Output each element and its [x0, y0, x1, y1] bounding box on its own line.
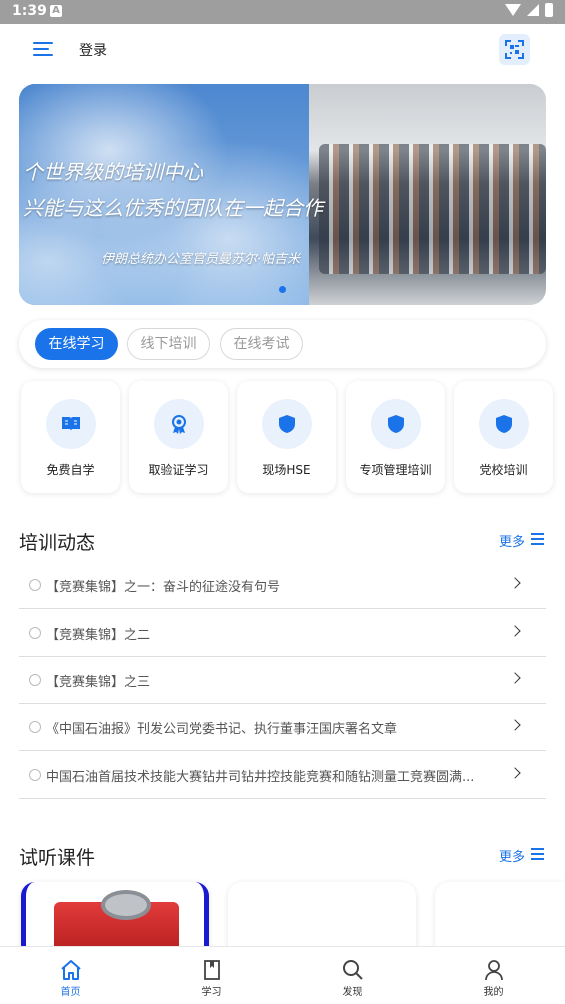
signal-icon — [527, 4, 539, 16]
course-thumbnail-detail — [101, 890, 151, 920]
circle-icon — [29, 627, 41, 639]
battery-icon — [545, 3, 553, 17]
chevron-right-icon — [509, 719, 521, 731]
book-icon — [62, 417, 80, 431]
user-icon — [485, 960, 503, 981]
chevron-right-icon — [509, 672, 521, 684]
circle-icon — [29, 769, 41, 781]
category-free-study[interactable]: 免费自学 — [21, 381, 120, 493]
nav-discover[interactable]: 发现 — [282, 947, 423, 1004]
category-management[interactable]: 专项管理培训 — [346, 381, 445, 493]
news-item[interactable]: 《中国石油报》刊发公司党委书记、执行董事汪国庆署名文章 — [19, 704, 546, 751]
news-title: 中国石油首届技术技能大赛钻井司钻井控技能竞赛和随钻测量工竞赛圆满... — [46, 770, 475, 785]
more-label: 更多 — [499, 850, 526, 865]
tab-online-exam[interactable]: 在线考试 — [220, 328, 303, 360]
menu-icon[interactable] — [33, 42, 53, 56]
chevron-right-icon — [509, 577, 521, 589]
category-label: 取验证学习 — [148, 463, 209, 477]
scan-button[interactable] — [499, 34, 530, 65]
nav-profile[interactable]: 我的 — [423, 947, 564, 1004]
badge-icon — [172, 415, 186, 434]
mode-tabs: 在线学习 线下培训 在线考试 — [19, 320, 546, 368]
circle-icon — [29, 674, 41, 686]
nav-study[interactable]: 学习 — [141, 947, 282, 1004]
news-more-button[interactable]: 更多 — [499, 531, 545, 550]
banner-text-line2: 兴能与这么优秀的团队在一起合作 — [23, 196, 323, 220]
wifi-icon — [505, 4, 521, 16]
news-title: 《中国石油报》刊发公司党委书记、执行董事汪国庆署名文章 — [46, 722, 398, 737]
list-icon — [531, 533, 545, 548]
news-item[interactable]: 【竞赛集锦】之三 — [19, 657, 546, 704]
status-icons — [505, 3, 553, 17]
news-item[interactable]: 【竞赛集锦】之一：奋斗的征途没有句号 — [19, 562, 546, 609]
chevron-right-icon — [509, 625, 521, 637]
carousel-indicator — [279, 286, 286, 293]
shield-icon — [388, 415, 404, 433]
course-more-button[interactable]: 更多 — [499, 846, 545, 865]
news-title: 【竞赛集锦】之一：奋斗的征途没有句号 — [46, 580, 281, 595]
banner-text-line3: 伊朗总统办公室官员曼苏尔·帕吉米 — [101, 252, 301, 267]
home-icon — [61, 960, 81, 980]
category-certification[interactable]: 取验证学习 — [129, 381, 228, 493]
category-party-school[interactable]: 党校培训 — [454, 381, 553, 493]
news-title: 【竞赛集锦】之二 — [46, 628, 151, 643]
banner-people — [319, 144, 546, 274]
tab-offline-training[interactable]: 线下培训 — [127, 328, 210, 360]
bookmark-icon — [204, 960, 220, 980]
more-label: 更多 — [499, 535, 526, 550]
status-bar: 1:39 A — [0, 0, 565, 24]
status-time: 1:39 — [12, 3, 47, 19]
scan-icon — [505, 40, 524, 59]
circle-icon — [29, 721, 41, 733]
news-section-title: 培训动态 — [19, 532, 96, 554]
nav-home[interactable]: 首页 — [0, 947, 141, 1004]
banner-carousel[interactable]: 个世界级的培训中心 兴能与这么优秀的团队在一起合作 伊朗总统办公室官员曼苏尔·帕… — [19, 84, 546, 305]
list-icon — [531, 848, 545, 863]
notification-icon: A — [50, 5, 62, 17]
category-label: 专项管理培训 — [359, 463, 432, 477]
news-title: 【竞赛集锦】之三 — [46, 675, 151, 690]
nav-label: 首页 — [60, 987, 81, 998]
shield-icon — [496, 415, 512, 433]
course-section-title: 试听课件 — [19, 847, 96, 869]
search-icon — [343, 960, 363, 980]
nav-label: 发现 — [342, 987, 363, 998]
nav-label: 学习 — [201, 987, 222, 998]
tab-online-learning[interactable]: 在线学习 — [35, 328, 118, 360]
category-label: 党校培训 — [479, 463, 528, 477]
app-header: 登录 — [0, 24, 565, 76]
news-item[interactable]: 【竞赛集锦】之二 — [19, 610, 546, 657]
circle-icon — [29, 579, 41, 591]
bottom-navigation: 首页 学习 发现 我的 — [0, 946, 565, 1004]
category-hse[interactable]: 现场HSE — [237, 381, 336, 493]
category-label: 免费自学 — [46, 463, 95, 477]
nav-label: 我的 — [483, 987, 504, 998]
shield-icon — [279, 415, 295, 433]
login-link[interactable]: 登录 — [79, 40, 107, 60]
news-item[interactable]: 中国石油首届技术技能大赛钻井司钻井控技能竞赛和随钻测量工竞赛圆满... — [19, 752, 546, 799]
banner-text-line1: 个世界级的培训中心 — [23, 160, 203, 184]
chevron-right-icon — [509, 767, 521, 779]
category-label: 现场HSE — [262, 463, 311, 477]
